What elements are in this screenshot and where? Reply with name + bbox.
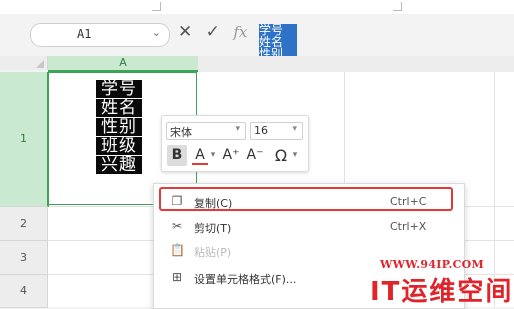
cell-line: 性别: [96, 118, 142, 137]
select-all-corner[interactable]: [0, 56, 48, 70]
mini-toolbar: 宋体 ▾ 16 ▾ B A ▾ A⁺ A⁻ Ω ▾: [161, 115, 309, 172]
chevron-down-icon[interactable]: ▾: [208, 145, 218, 166]
row-header-1[interactable]: 1: [0, 72, 49, 207]
name-box-value: A1: [77, 27, 92, 41]
row-header-2[interactable]: 2: [0, 207, 48, 241]
font-size-select[interactable]: 16 ▾: [250, 122, 303, 140]
menu-item-label: 粘贴(P): [194, 246, 232, 259]
cell-line: 班级: [96, 137, 142, 156]
column-header-a[interactable]: A: [48, 56, 198, 72]
menu-item-label: 剪切(T): [194, 222, 232, 235]
highlight-box: [159, 187, 453, 211]
cell-line: 学号: [96, 80, 142, 99]
scissors-icon: ✂: [171, 219, 183, 233]
paste-icon: 📋: [170, 243, 185, 257]
top-strip: [0, 0, 514, 15]
bold-button[interactable]: B: [167, 145, 187, 166]
menu-item-cut[interactable]: ✂ 剪切(T) Ctrl+X: [154, 215, 454, 239]
cell-line: 姓名: [96, 99, 142, 118]
confirm-icon[interactable]: ✓: [206, 22, 220, 42]
column-header-rest: [198, 56, 514, 73]
cell-a1-content: 学号 姓名 性别 班级 兴趣: [96, 80, 142, 175]
divider-tick: [393, 2, 402, 11]
row-header-4[interactable]: 4: [0, 275, 48, 308]
watermark-text: IT运维空间: [370, 277, 514, 307]
divider-tick: [152, 2, 161, 11]
chevron-down-icon: ▾: [235, 124, 240, 134]
decrease-font-button[interactable]: A⁻: [244, 145, 266, 166]
name-box[interactable]: A1 ⌄: [30, 23, 170, 47]
font-name-select[interactable]: 宋体 ▾: [166, 122, 246, 140]
increase-font-button[interactable]: A⁺: [220, 145, 242, 166]
font-size-value: 16: [254, 124, 268, 137]
cancel-icon[interactable]: ✕: [178, 22, 192, 42]
cell-line: 兴趣: [96, 156, 142, 175]
watermark-url: WWW.94IP.COM: [380, 258, 485, 271]
formula-actions: ✕ ✓ fx: [178, 22, 255, 46]
format-cells-icon: ⊞: [171, 270, 183, 284]
font-name-value: 宋体: [170, 126, 192, 139]
omega-icon[interactable]: Ω: [272, 145, 290, 166]
chevron-down-icon: ▾: [292, 124, 297, 134]
row-header-3[interactable]: 3: [0, 241, 48, 275]
corner-triangle-icon: [36, 60, 44, 68]
fx-icon[interactable]: fx: [233, 23, 247, 41]
menu-item-shortcut: Ctrl+X: [390, 220, 427, 233]
chevron-down-icon[interactable]: ▾: [290, 145, 300, 166]
menu-item-label: 设置单元格格式(F)...: [194, 273, 297, 286]
font-color-button[interactable]: A: [192, 145, 208, 165]
chevron-down-icon[interactable]: ⌄: [152, 26, 161, 39]
